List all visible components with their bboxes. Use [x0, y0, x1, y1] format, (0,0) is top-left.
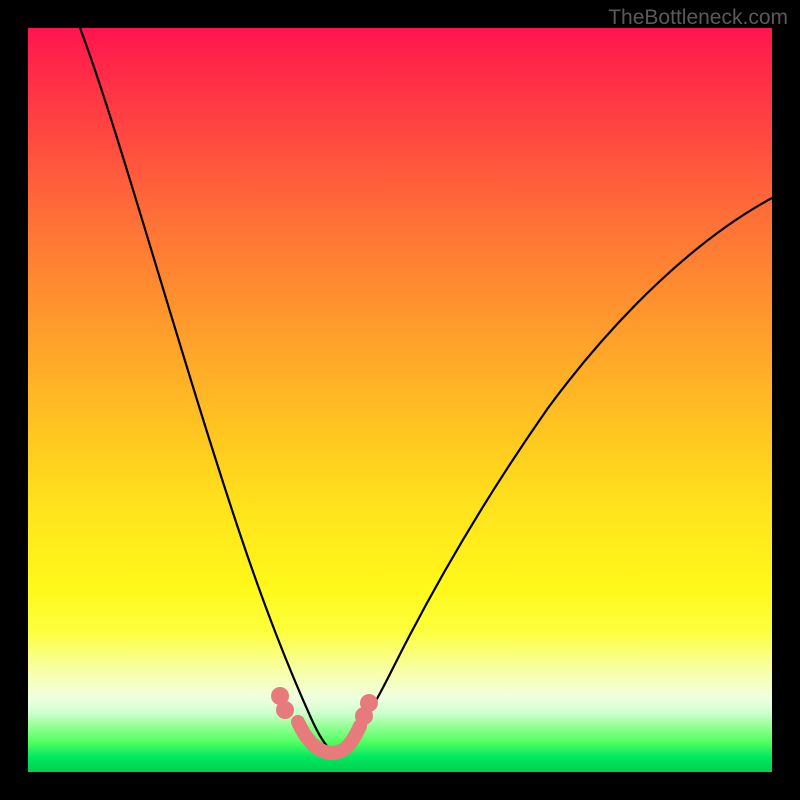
- plot-area: [28, 28, 772, 772]
- curve-svg: [28, 28, 772, 772]
- marker-dots: [271, 687, 378, 725]
- watermark-text: TheBottleneck.com: [608, 6, 788, 30]
- valley-thick-segment: [298, 722, 360, 753]
- left-curve: [80, 28, 331, 750]
- chart-container: TheBottleneck.com: [0, 0, 800, 800]
- right-curve: [344, 198, 772, 748]
